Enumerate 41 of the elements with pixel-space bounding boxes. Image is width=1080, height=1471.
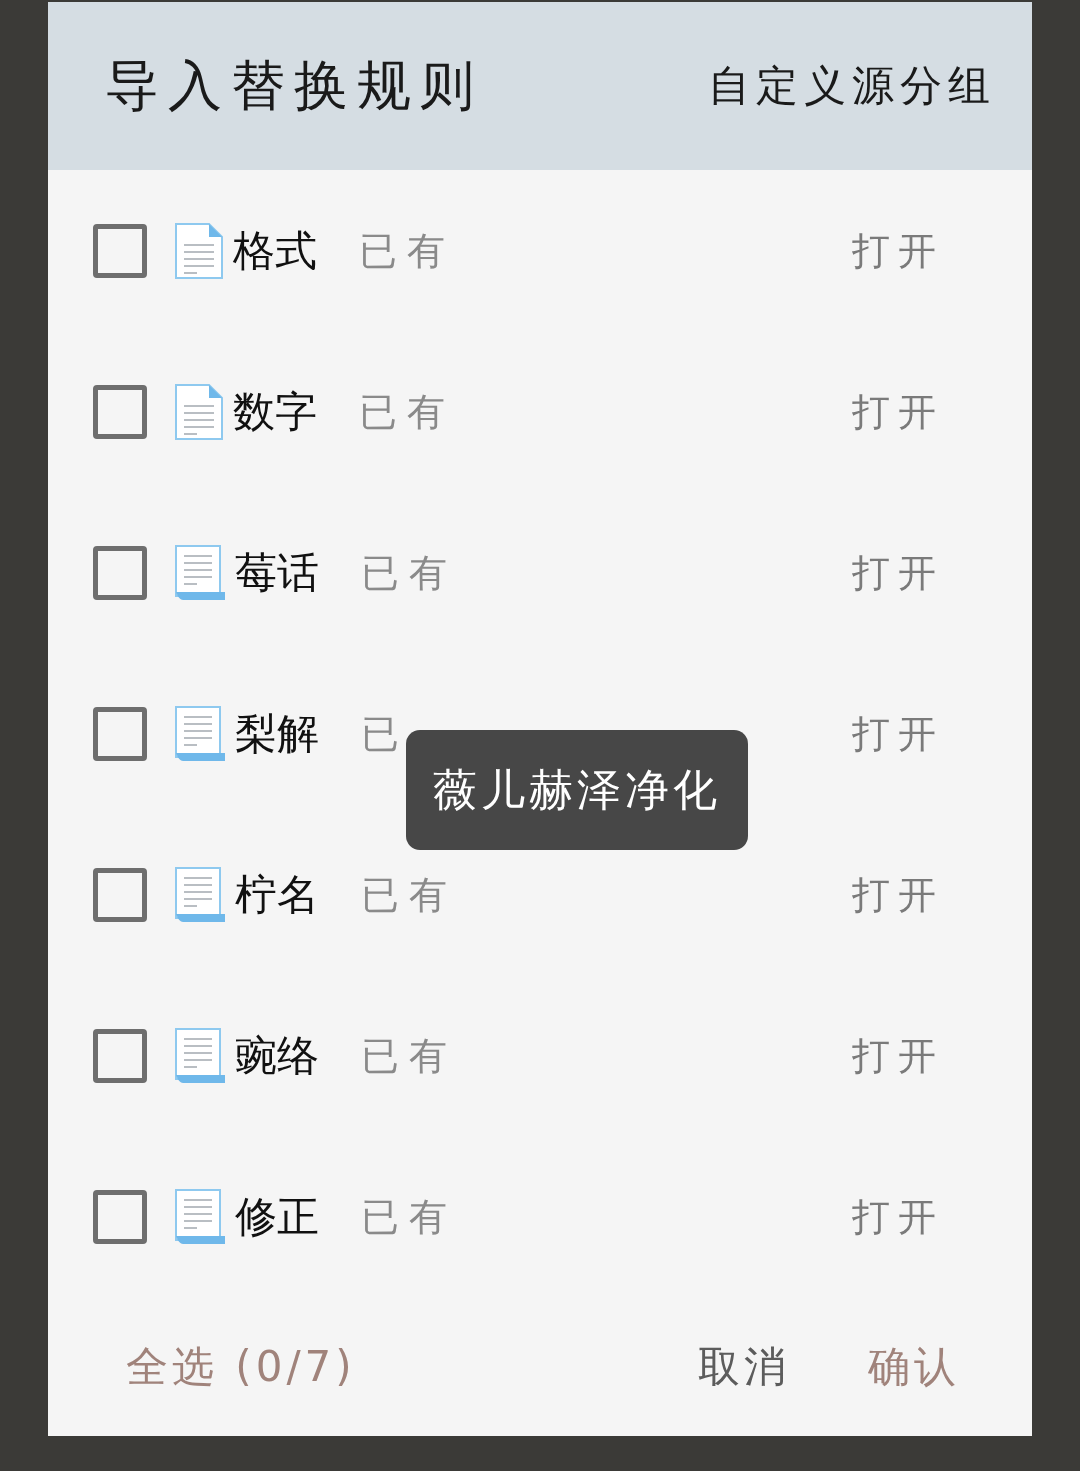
cancel-button[interactable]: 取消 xyxy=(698,1345,790,1388)
rule-name: 豌络 xyxy=(235,1034,320,1077)
scroll-document-icon xyxy=(175,1188,225,1245)
open-link[interactable]: 打开 xyxy=(852,231,944,270)
status-label: 已有 xyxy=(361,875,457,914)
checkbox[interactable] xyxy=(93,867,147,922)
scroll-document-icon xyxy=(175,705,225,762)
rule-name: 梨解 xyxy=(235,712,320,755)
rule-name: 格式 xyxy=(233,229,318,272)
open-link[interactable]: 打开 xyxy=(852,553,944,592)
rule-name: 柠名 xyxy=(235,873,320,916)
scroll-document-icon xyxy=(175,866,225,923)
document-icon xyxy=(175,222,223,279)
status-label: 已 xyxy=(361,714,409,753)
checkbox[interactable] xyxy=(93,1189,147,1244)
status-label: 已有 xyxy=(361,1197,457,1236)
checkbox[interactable] xyxy=(93,706,147,761)
select-all-button[interactable]: 全选 (0/7) xyxy=(126,1345,356,1388)
rule-name: 数字 xyxy=(233,390,318,433)
open-link[interactable]: 打开 xyxy=(852,875,944,914)
custom-group-button[interactable]: 自定义源分组 xyxy=(708,65,996,107)
checkbox[interactable] xyxy=(93,384,147,439)
status-label: 已有 xyxy=(361,1036,457,1075)
open-link[interactable]: 打开 xyxy=(852,1197,944,1236)
document-icon xyxy=(175,383,223,440)
status-label: 已有 xyxy=(359,231,455,270)
checkbox[interactable] xyxy=(93,1028,147,1083)
status-label: 已有 xyxy=(359,392,455,431)
open-link[interactable]: 打开 xyxy=(852,392,944,431)
scroll-document-icon xyxy=(175,1027,225,1084)
checkbox[interactable] xyxy=(93,545,147,600)
rule-name: 修正 xyxy=(235,1195,320,1238)
confirm-button[interactable]: 确认 xyxy=(868,1345,960,1388)
status-label: 已有 xyxy=(361,553,457,592)
dialog-title: 导入替换规则 xyxy=(105,59,483,113)
rule-name: 莓话 xyxy=(235,551,320,594)
checkbox[interactable] xyxy=(93,223,147,278)
open-link[interactable]: 打开 xyxy=(852,714,944,753)
scroll-document-icon xyxy=(175,544,225,601)
toast-message: 薇儿赫泽净化 xyxy=(406,730,748,850)
open-link[interactable]: 打开 xyxy=(852,1036,944,1075)
